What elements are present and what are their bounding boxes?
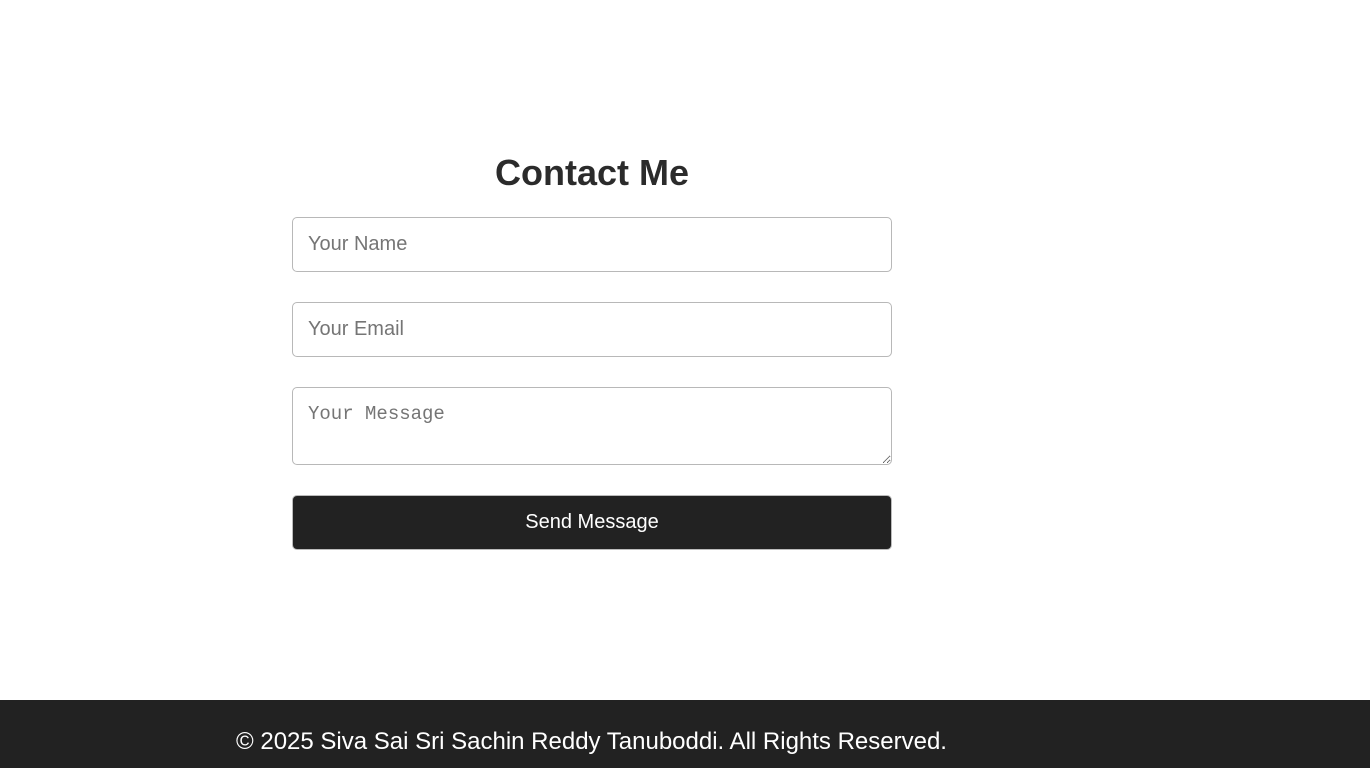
message-textarea[interactable] bbox=[292, 387, 892, 465]
contact-form: Send Message bbox=[292, 217, 892, 550]
email-input[interactable] bbox=[292, 302, 892, 357]
footer: © 2025 Siva Sai Sri Sachin Reddy Tanubod… bbox=[0, 700, 1370, 768]
page: Contact Me Send Message © 2025 Siva Sai … bbox=[0, 0, 1370, 768]
contact-title: Contact Me bbox=[494, 152, 689, 193]
contact-section: Contact Me Send Message bbox=[292, 150, 892, 550]
name-input[interactable] bbox=[292, 217, 892, 272]
send-message-button[interactable]: Send Message bbox=[292, 495, 892, 550]
footer-copyright: © 2025 Siva Sai Sri Sachin Reddy Tanubod… bbox=[236, 728, 947, 755]
